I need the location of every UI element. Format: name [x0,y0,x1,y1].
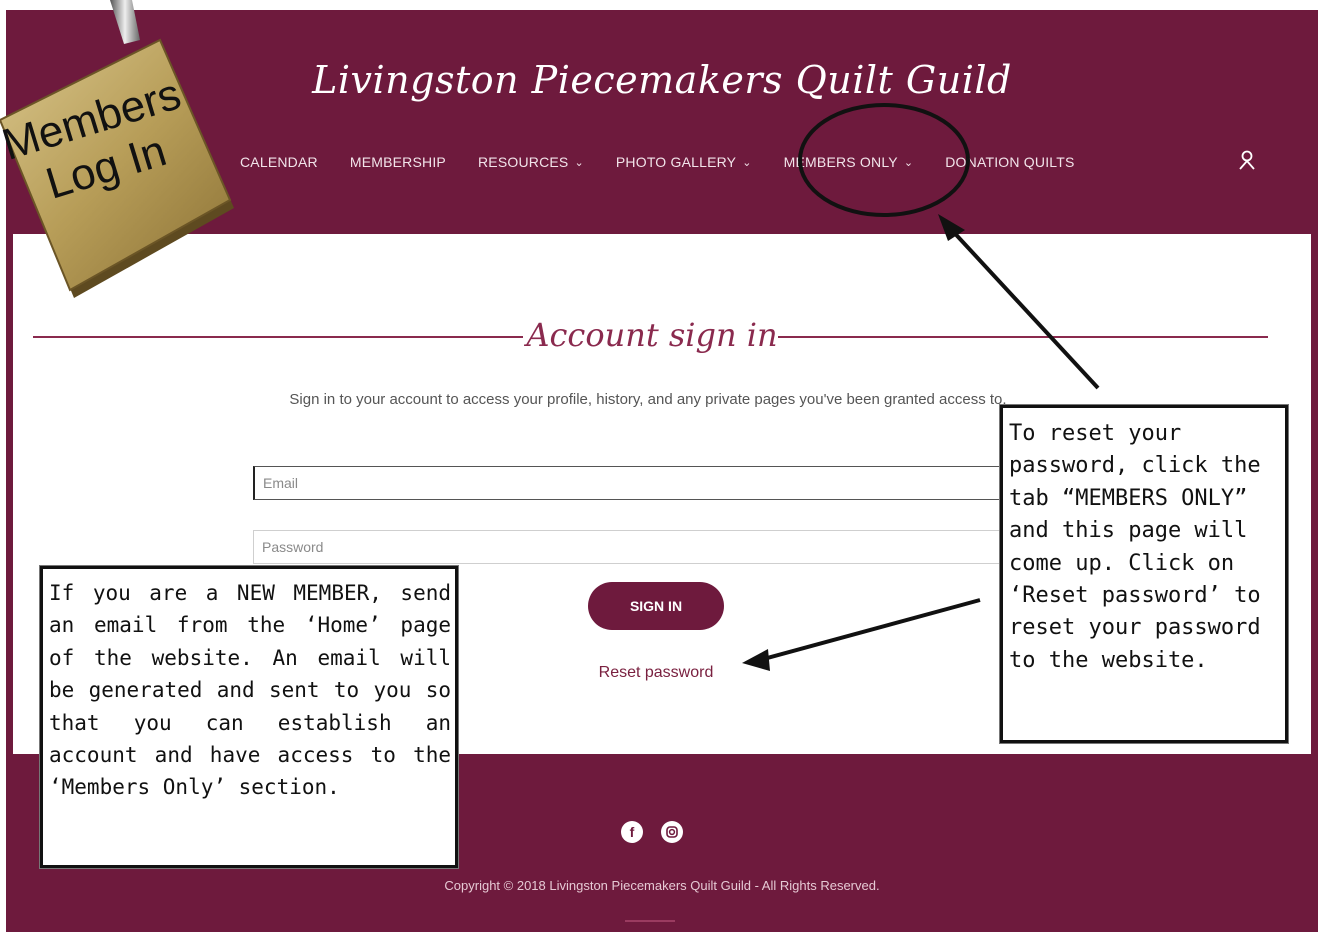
user-icon[interactable] [1238,150,1256,175]
main-nav: CALENDAR MEMBERSHIP RESOURCES ⌄ PHOTO GAL… [240,150,1107,174]
footer-divider [625,920,675,922]
nav-label: MEMBERSHIP [349,154,446,170]
nav-label: RESOURCES [477,154,569,170]
nav-photo-gallery[interactable]: PHOTO GALLERY ⌄ [616,154,752,170]
chevron-down-icon: ⌄ [742,156,752,169]
signin-description: Sign in to your account to access your p… [289,391,1007,408]
nav-donation-quilts[interactable]: DONATION QUILTS [945,154,1074,170]
nav-members-only[interactable]: MEMBERS ONLY ⌄ [784,154,914,170]
instagram-icon[interactable] [661,821,683,843]
nav-membership[interactable]: MEMBERSHIP [350,154,446,170]
password-field[interactable]: Password [253,530,1033,564]
email-field[interactable]: Email [253,466,1033,500]
nav-label: DONATION QUILTS [945,154,1075,170]
reset-password-callout: To reset your password, click the tab “M… [1000,405,1288,743]
nav-label: CALENDAR [240,154,318,170]
new-member-callout: If you are a NEW MEMBER, send an email f… [40,566,458,868]
chevron-down-icon: ⌄ [574,156,584,169]
sign-in-button[interactable]: SIGN IN [588,582,724,630]
facebook-icon[interactable]: f [621,821,643,843]
nav-calendar[interactable]: CALENDAR [240,154,318,170]
reset-password-link[interactable]: Reset password [573,664,739,682]
copyright-text: Copyright © 2018 Livingston Piecemakers … [444,878,880,893]
members-login-badge: Members Log In [0,0,240,330]
nav-label: MEMBERS ONLY [783,154,898,170]
nav-label: PHOTO GALLERY [615,154,737,170]
social-links: f [621,821,701,843]
nav-resources[interactable]: RESOURCES ⌄ [478,154,584,170]
chevron-down-icon: ⌄ [903,156,914,169]
